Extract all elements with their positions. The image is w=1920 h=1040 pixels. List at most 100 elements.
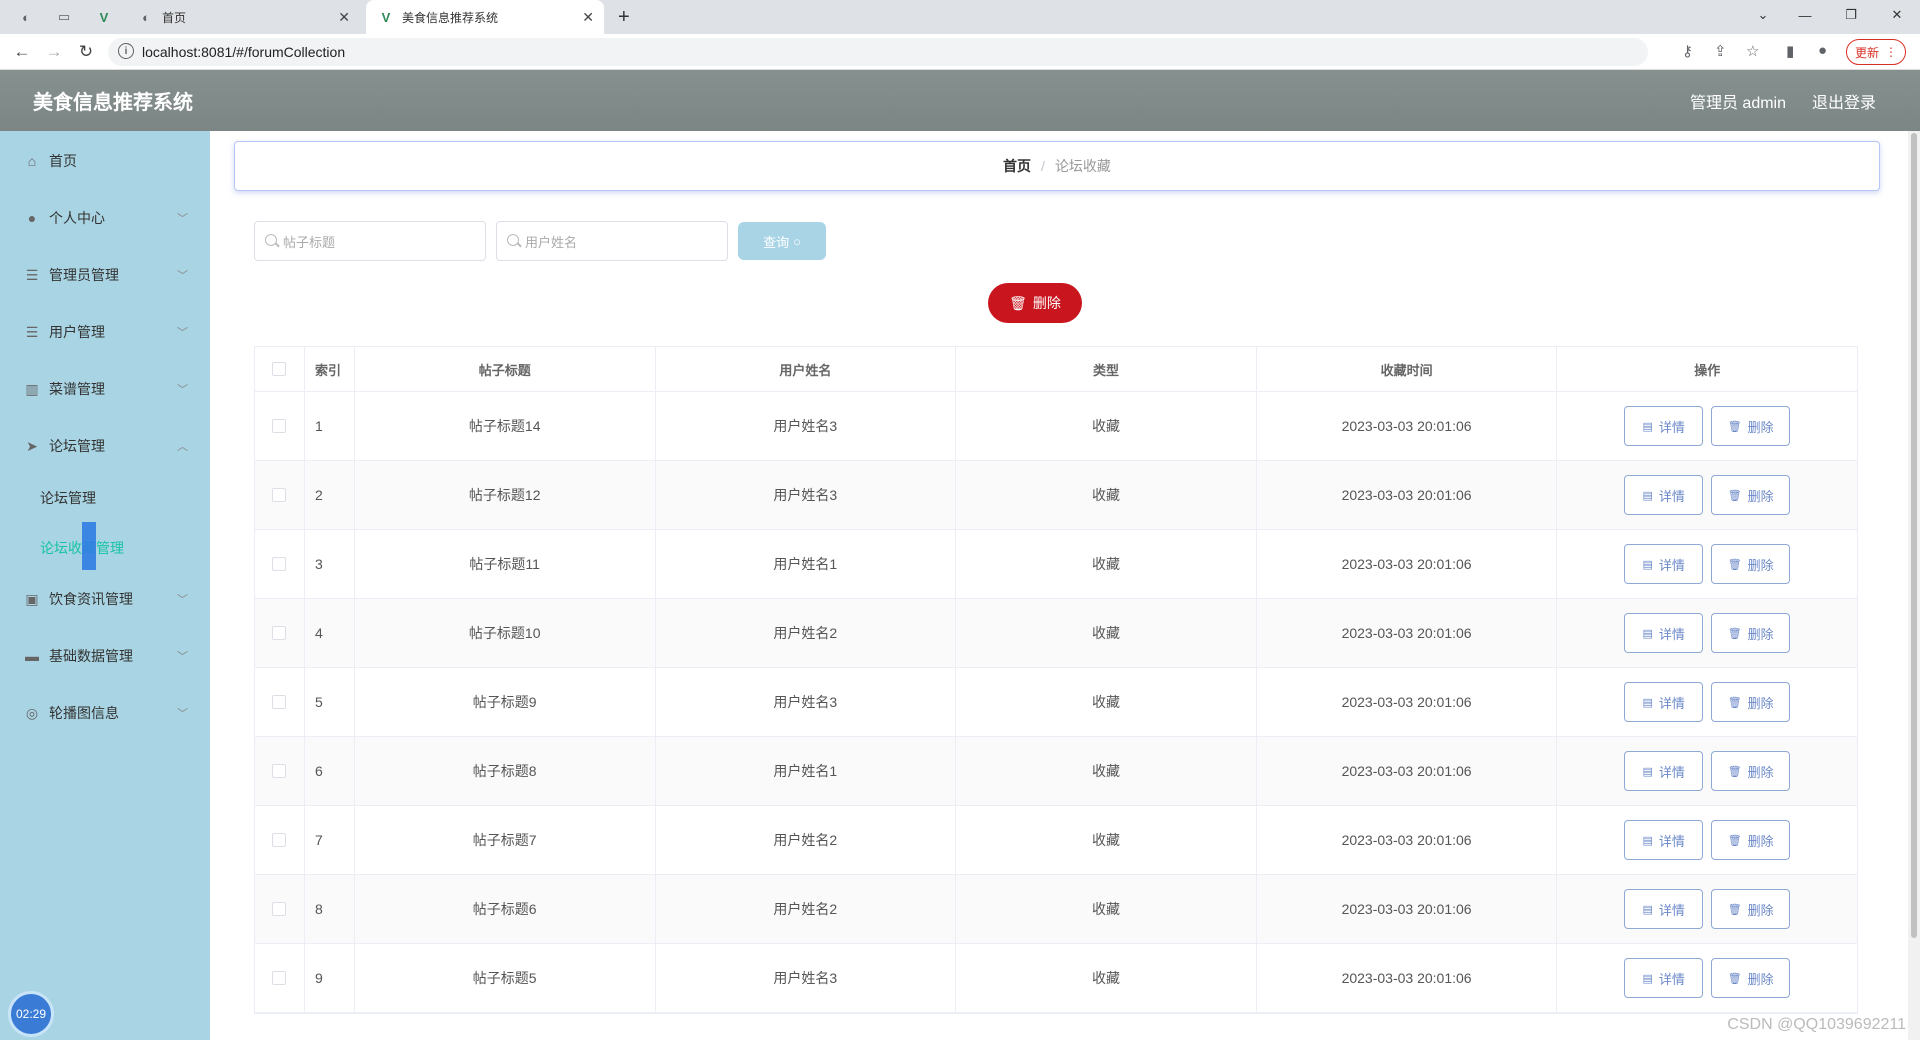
- sidebar-item-news[interactable]: ▣ 饮食资讯管理 ﹀: [0, 571, 210, 627]
- detail-button[interactable]: ▤ 详情: [1624, 889, 1704, 929]
- cell-user: 用户姓名2: [656, 875, 957, 943]
- breadcrumb: 首页 / 论坛收藏: [234, 141, 1880, 191]
- cell-type: 收藏: [956, 668, 1257, 736]
- cell-user: 用户姓名3: [656, 392, 957, 460]
- document-icon: ▤: [1642, 420, 1653, 433]
- cell-actions: ▤ 详情 🗑 删除: [1557, 806, 1857, 874]
- maximize-button[interactable]: ❐: [1828, 0, 1874, 30]
- tab-active[interactable]: V 美食信息推荐系统 ✕: [366, 0, 604, 34]
- share-icon[interactable]: ⇪: [1714, 42, 1727, 60]
- sidebar-item-carousel[interactable]: ◎ 轮播图信息 ﹀: [0, 685, 210, 741]
- row-checkbox[interactable]: [272, 419, 287, 433]
- page-scrollbar[interactable]: [1908, 131, 1920, 1040]
- sidebar-item-forum[interactable]: ➤ 论坛管理 ︿: [0, 418, 210, 474]
- row-checkbox[interactable]: [272, 833, 287, 847]
- url-field[interactable]: i localhost:8081/#/forumCollection: [108, 38, 1648, 66]
- row-checkbox[interactable]: [272, 695, 287, 709]
- cell-time: 2023-03-03 20:01:06: [1257, 806, 1558, 874]
- row-checkbox-cell: [255, 806, 305, 874]
- star-icon[interactable]: ☆: [1746, 42, 1759, 60]
- table-row: 2 帖子标题12 用户姓名3 收藏 2023-03-03 20:01:06 ▤ 详情 🗑 删除: [255, 461, 1857, 530]
- logout-link[interactable]: 退出登录: [1812, 89, 1876, 113]
- new-tab-button[interactable]: +: [618, 0, 630, 34]
- tab-home[interactable]: ◐ 首页 ✕: [130, 0, 360, 34]
- sidebar-item-admin[interactable]: ☰ 管理员管理 ﹀: [0, 247, 210, 303]
- sidebar-item-profile[interactable]: ● 个人中心 ﹀: [0, 190, 210, 246]
- detail-button[interactable]: ▤ 详情: [1624, 613, 1704, 653]
- minimize-button[interactable]: —: [1782, 0, 1828, 30]
- post-title-search-input[interactable]: 帖子标题: [254, 221, 486, 261]
- forward-icon[interactable]: →: [42, 40, 66, 64]
- user-icon: ●: [27, 210, 37, 226]
- row-checkbox[interactable]: [272, 626, 287, 640]
- table-row: 4 帖子标题10 用户姓名2 收藏 2023-03-03 20:01:06 ▤ 详情 🗑 删除: [255, 599, 1857, 668]
- scrollbar-thumb[interactable]: [1911, 133, 1917, 938]
- sidebar-subitem-forum[interactable]: 论坛管理: [40, 488, 96, 508]
- column-header-index: 索引: [305, 347, 355, 391]
- row-checkbox[interactable]: [272, 764, 287, 778]
- document-icon: ▤: [1642, 903, 1653, 916]
- delete-button[interactable]: 🗑 删除: [1711, 820, 1791, 860]
- blank-tab-icon[interactable]: ▭: [56, 0, 72, 34]
- detail-button[interactable]: ▤ 详情: [1624, 820, 1704, 860]
- detail-button[interactable]: ▤ 详情: [1624, 958, 1704, 998]
- cell-title: 帖子标题9: [355, 668, 656, 736]
- query-button[interactable]: 查询 ○: [738, 222, 826, 260]
- user-name-search-input[interactable]: 用户姓名: [496, 221, 728, 261]
- row-checkbox[interactable]: [272, 971, 287, 985]
- sidebar-item-recipes[interactable]: ▥ 菜谱管理 ﹀: [0, 361, 210, 417]
- sidebar-item-home[interactable]: ⌂ 首页: [0, 133, 210, 189]
- back-icon[interactable]: ←: [10, 40, 34, 64]
- profile-icon[interactable]: ●: [1818, 42, 1827, 59]
- cell-actions: ▤ 详情 🗑 删除: [1557, 944, 1857, 1012]
- vue-tab-icon[interactable]: V: [96, 0, 112, 34]
- key-icon[interactable]: ⚷: [1682, 42, 1693, 60]
- globe-icon: ◐: [142, 9, 150, 25]
- detail-button[interactable]: ▤ 详情: [1624, 751, 1704, 791]
- trash-icon: 🗑: [1009, 294, 1027, 311]
- row-checkbox-cell: [255, 599, 305, 667]
- row-checkbox[interactable]: [272, 488, 287, 502]
- detail-button[interactable]: ▤ 详情: [1624, 406, 1704, 446]
- detail-button[interactable]: ▤ 详情: [1624, 682, 1704, 722]
- delete-button[interactable]: 🗑 删除: [1711, 958, 1791, 998]
- reload-icon[interactable]: ↻: [74, 40, 98, 64]
- document-icon: ▤: [1642, 489, 1653, 502]
- sidepanel-icon[interactable]: ▮: [1786, 42, 1794, 60]
- github-icon[interactable]: ◐: [18, 0, 34, 34]
- delete-button[interactable]: 🗑 删除: [1711, 544, 1791, 584]
- close-window-button[interactable]: ✕: [1874, 0, 1920, 30]
- cell-type: 收藏: [956, 737, 1257, 805]
- home-icon: ⌂: [27, 153, 37, 169]
- delete-button[interactable]: 🗑 删除: [1711, 475, 1791, 515]
- select-all-checkbox[interactable]: [272, 362, 287, 376]
- row-checkbox-cell: [255, 530, 305, 598]
- batch-delete-button[interactable]: 🗑 删除: [988, 283, 1082, 323]
- row-checkbox[interactable]: [272, 902, 287, 916]
- update-button[interactable]: 更新 ⋮: [1846, 39, 1906, 65]
- table-body: 1 帖子标题14 用户姓名3 收藏 2023-03-03 20:01:06 ▤ 详情 🗑 删除 2…: [255, 392, 1857, 1013]
- delete-button[interactable]: 🗑 删除: [1711, 889, 1791, 929]
- document-icon: ▤: [1642, 765, 1653, 778]
- current-user: 管理员 admin: [1689, 94, 1786, 112]
- delete-button[interactable]: 🗑 删除: [1711, 406, 1791, 446]
- info-icon[interactable]: i: [118, 43, 134, 59]
- detail-button[interactable]: ▤ 详情: [1624, 475, 1704, 515]
- cell-time: 2023-03-03 20:01:06: [1257, 737, 1558, 805]
- delete-button[interactable]: 🗑 删除: [1711, 751, 1791, 791]
- sidebar-item-basedata[interactable]: ▬ 基础数据管理 ﹀: [0, 628, 210, 684]
- chevron-down-icon: ﹀: [177, 213, 188, 225]
- row-checkbox[interactable]: [272, 557, 287, 571]
- detail-button[interactable]: ▤ 详情: [1624, 544, 1704, 584]
- column-header-type: 类型: [956, 347, 1257, 391]
- delete-button[interactable]: 🗑 删除: [1711, 682, 1791, 722]
- document-icon: ▤: [1642, 972, 1653, 985]
- breadcrumb-home[interactable]: 首页: [1003, 156, 1031, 176]
- delete-button[interactable]: 🗑 删除: [1711, 613, 1791, 653]
- close-icon[interactable]: ✕: [338, 9, 350, 26]
- cell-actions: ▤ 详情 🗑 删除: [1557, 668, 1857, 736]
- tab-search-icon[interactable]: ⌄: [1740, 0, 1786, 30]
- close-icon[interactable]: ✕: [582, 9, 594, 26]
- sidebar-item-users[interactable]: ☰ 用户管理 ﹀: [0, 304, 210, 360]
- browser-tab-bar: ◐ ▭ V ◐ 首页 ✕ V 美食信息推荐系统 ✕ + ⌄ — ❐ ✕: [0, 0, 1920, 34]
